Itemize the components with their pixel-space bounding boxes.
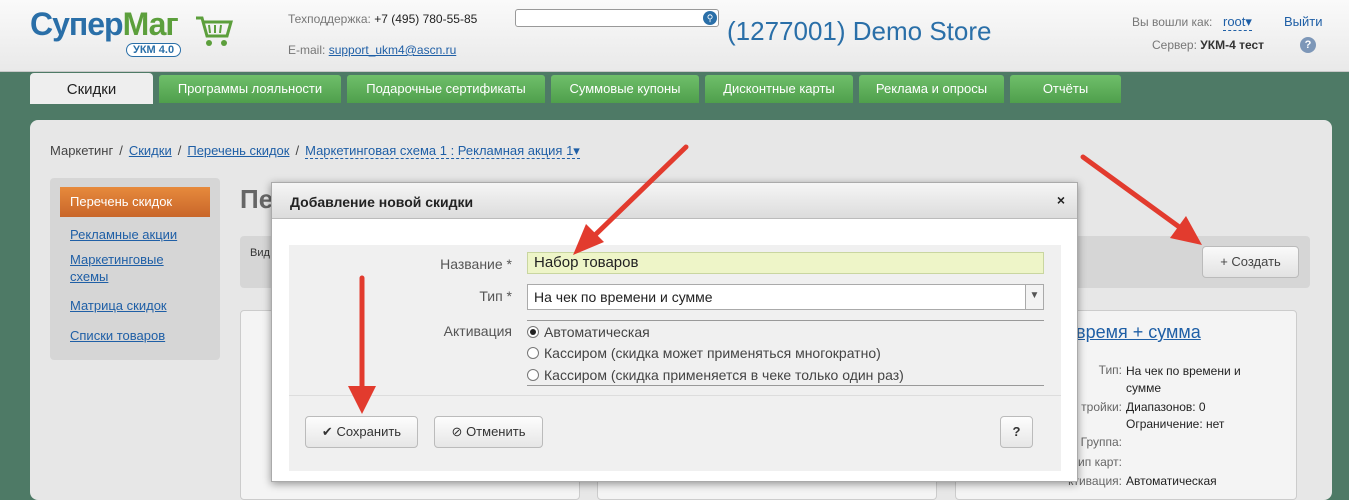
annotation-arrows (348, 144, 1202, 414)
arrow-head-create (1170, 216, 1202, 245)
arrow-to-create-button (1080, 154, 1185, 232)
arrow-to-name-field (590, 144, 689, 240)
arrow-head-save (348, 386, 376, 414)
